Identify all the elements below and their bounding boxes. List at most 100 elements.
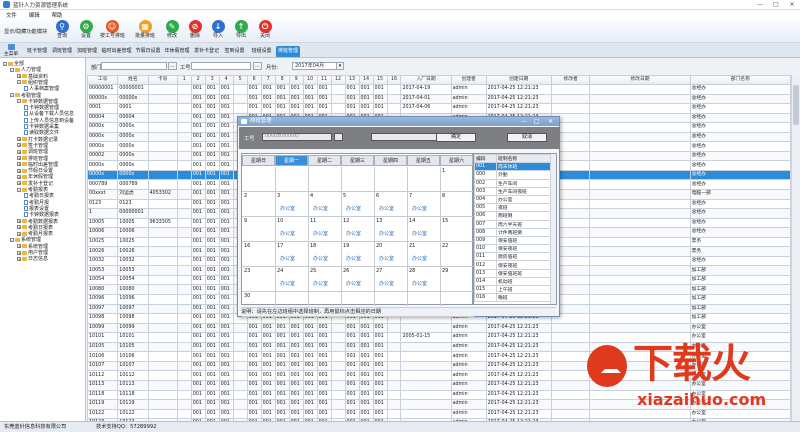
table-cell[interactable]: [550, 351, 591, 362]
table-cell[interactable]: 001: [302, 84, 318, 95]
table-cell[interactable]: [176, 341, 192, 353]
shift-cell[interactable]: 保安夜班: [496, 260, 551, 270]
column-header[interactable]: 13: [344, 75, 360, 85]
shift-row[interactable]: 005 夜班: [474, 203, 551, 213]
table-cell[interactable]: [176, 103, 192, 114]
table-cell[interactable]: [589, 169, 691, 181]
table-cell[interactable]: [330, 399, 346, 410]
table-cell[interactable]: [550, 379, 591, 391]
table-cell[interactable]: 10054: [117, 274, 149, 286]
shift-cell[interactable]: 保安夜班: [496, 244, 551, 254]
table-cell[interactable]: [232, 399, 248, 410]
menu-file[interactable]: 文件: [6, 11, 17, 19]
calendar-day-cell[interactable]: [341, 167, 374, 191]
table-cell[interactable]: 001: [274, 351, 290, 362]
table-cell[interactable]: [176, 313, 192, 324]
table-cell[interactable]: 001: [218, 84, 234, 95]
table-cell[interactable]: [400, 399, 452, 410]
expand-icon[interactable]: +: [17, 174, 21, 179]
table-cell[interactable]: 办公室: [689, 389, 791, 401]
table-row[interactable]: 10099 10099 001 001 001 001 001 001 001 001 001 001…: [87, 322, 791, 334]
table-cell[interactable]: 0001: [117, 103, 149, 114]
weekday-header[interactable]: 星期五: [407, 155, 440, 166]
table-row[interactable]: 10107 10107 001 001 001 001 001 001 001 001 001 001…: [87, 360, 791, 372]
table-cell[interactable]: admin: [450, 399, 487, 410]
table-cell[interactable]: 001: [316, 322, 332, 334]
table-cell[interactable]: [589, 360, 691, 372]
table-cell[interactable]: [589, 303, 691, 315]
table-cell[interactable]: 001: [316, 408, 332, 420]
table-cell[interactable]: [176, 112, 192, 124]
close-window-button[interactable]: ✕: [784, 0, 800, 10]
table-cell[interactable]: 001: [372, 389, 388, 401]
table-cell[interactable]: 001: [218, 341, 234, 353]
table-cell[interactable]: [147, 112, 178, 124]
table-cell[interactable]: 001: [204, 160, 220, 171]
table-cell[interactable]: [232, 332, 248, 343]
table-cell[interactable]: 001: [204, 265, 220, 276]
table-cell[interactable]: 001: [218, 332, 234, 343]
table-cell[interactable]: 001: [358, 84, 374, 95]
shift-row[interactable]: 008 计件两班倒: [474, 227, 551, 237]
table-cell[interactable]: 001: [302, 408, 318, 420]
table-cell[interactable]: [589, 236, 691, 248]
weekday-header[interactable]: 星期日: [242, 155, 275, 166]
table-cell[interactable]: 2017-04-25 12:21:23: [485, 399, 552, 410]
table-cell[interactable]: admin: [450, 379, 487, 391]
table-cell[interactable]: 001: [204, 131, 220, 143]
table-cell[interactable]: [589, 208, 691, 219]
table-cell[interactable]: 001: [190, 360, 206, 372]
column-header[interactable]: 修改日期: [589, 75, 691, 85]
table-cell[interactable]: 001: [204, 408, 220, 420]
table-cell[interactable]: [386, 370, 402, 381]
table-cell[interactable]: [550, 332, 591, 343]
table-cell[interactable]: 001: [204, 93, 220, 105]
table-cell[interactable]: 001: [260, 341, 276, 353]
table-cell[interactable]: 总经办: [689, 160, 791, 171]
shift-row[interactable]: 010 保安夜班: [474, 244, 551, 254]
table-cell[interactable]: admin: [450, 103, 487, 114]
dialog-minimize-button[interactable]: —: [521, 117, 527, 126]
table-cell[interactable]: admin: [450, 408, 487, 420]
table-cell[interactable]: [400, 408, 452, 420]
calendar-day-cell[interactable]: [275, 167, 308, 191]
table-cell[interactable]: [550, 360, 591, 372]
table-cell[interactable]: [589, 103, 691, 114]
table-cell[interactable]: [176, 360, 192, 372]
table-cell[interactable]: [330, 103, 346, 114]
table-cell[interactable]: [589, 399, 691, 410]
table-cell[interactable]: 总经办: [689, 122, 791, 133]
dialog-confirm-button[interactable]: 确定: [436, 133, 476, 142]
shift-cell[interactable]: 机动班: [496, 276, 551, 287]
table-cell[interactable]: 001: [302, 379, 318, 391]
table-cell[interactable]: 10080: [87, 284, 119, 296]
table-cell[interactable]: 2017-04-25 12:21:23: [485, 332, 552, 343]
column-header[interactable]: 14: [358, 75, 374, 85]
table-cell[interactable]: 001: [204, 84, 220, 95]
column-header[interactable]: 4: [218, 75, 234, 85]
toolbar-button-6[interactable]: ⊘ 删除: [183, 20, 207, 43]
table-cell[interactable]: 001: [246, 360, 262, 372]
table-cell[interactable]: 001: [302, 103, 318, 114]
table-cell[interactable]: 10032: [117, 255, 149, 267]
table-cell[interactable]: 001: [204, 341, 220, 353]
table-cell[interactable]: 001: [372, 332, 388, 343]
table-cell[interactable]: 2005-01-15: [400, 332, 452, 343]
table-cell[interactable]: [550, 370, 591, 381]
table-cell[interactable]: 总经办: [689, 84, 791, 95]
table-cell[interactable]: 001: [316, 360, 332, 372]
table-cell[interactable]: 001: [316, 351, 332, 362]
table-cell[interactable]: 001: [372, 360, 388, 372]
column-header[interactable]: 6: [246, 75, 262, 85]
column-header[interactable]: 部门名称: [689, 75, 791, 85]
table-cell[interactable]: [330, 360, 346, 372]
table-cell[interactable]: 001: [246, 379, 262, 391]
calendar-day-cell[interactable]: 20 办公室: [374, 242, 407, 266]
table-cell[interactable]: 001: [344, 408, 360, 420]
tab-3[interactable]: 加班管理: [75, 46, 99, 57]
weekday-header[interactable]: 星期二: [308, 155, 341, 166]
collapse-icon[interactable]: -: [10, 237, 14, 242]
table-cell[interactable]: 001: [204, 255, 220, 267]
table-cell[interactable]: 001: [260, 322, 276, 334]
table-cell[interactable]: 001: [204, 351, 220, 362]
